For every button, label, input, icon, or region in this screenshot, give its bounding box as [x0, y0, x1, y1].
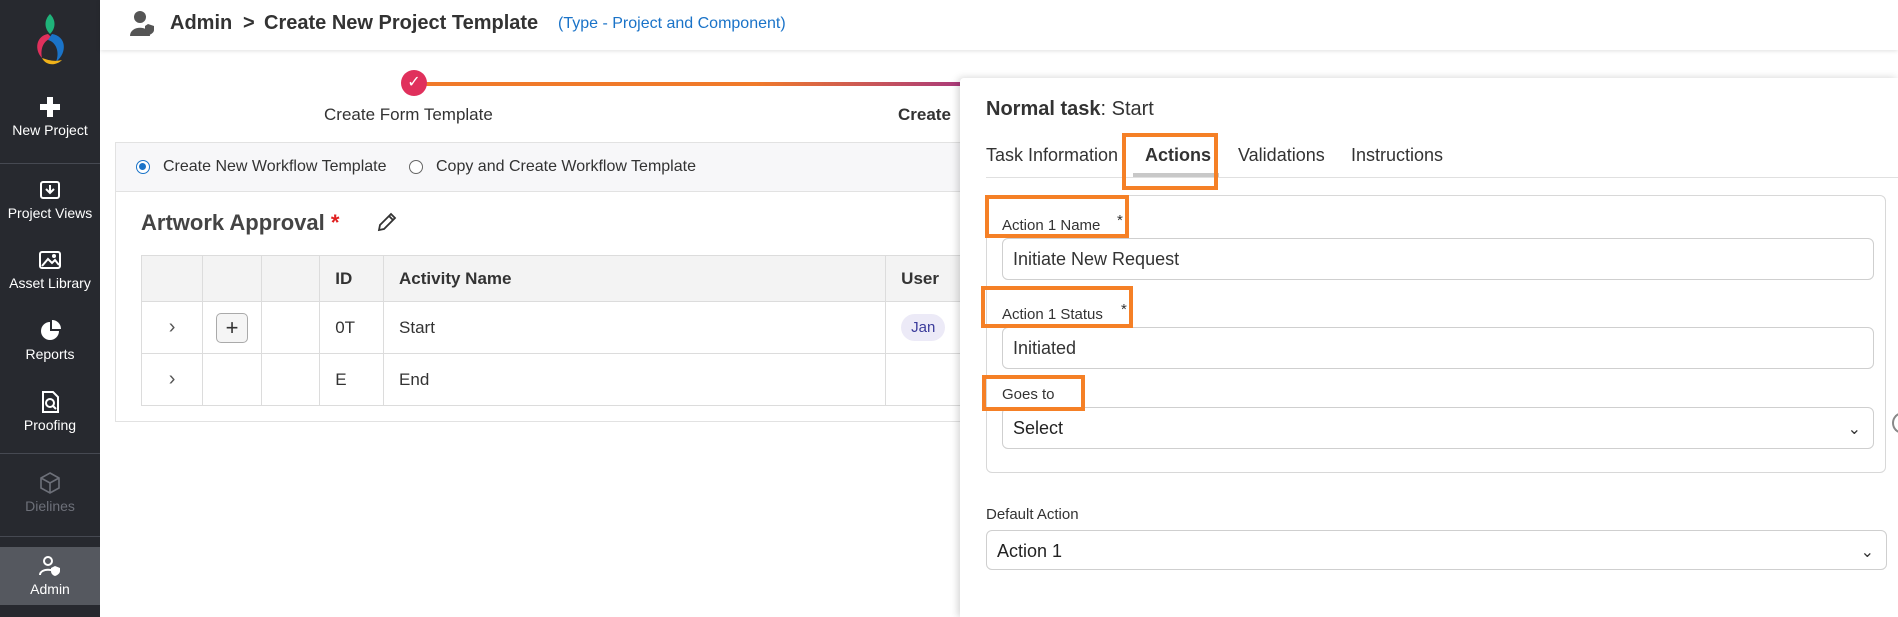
- sidebar-item-project-views[interactable]: Project Views: [0, 179, 100, 221]
- sidebar-divider: [0, 163, 100, 164]
- project-views-icon: [40, 181, 60, 199]
- chevron-right-icon[interactable]: ›: [169, 368, 176, 390]
- panel-title-task: : Start: [1100, 98, 1154, 120]
- sidebar-item-label: Dielines: [25, 498, 75, 514]
- default-action-select[interactable]: Action 1 ⌄: [986, 530, 1887, 570]
- table-row[interactable]: › + 0T Start Jan: [140, 301, 999, 354]
- admin-user-icon: [39, 556, 60, 576]
- box-icon: [40, 472, 60, 494]
- step-label-workflow[interactable]: Create: [898, 105, 951, 125]
- workflow-title: Artwork Approval *: [141, 210, 339, 236]
- sidebar-item-asset-library[interactable]: Asset Library: [0, 249, 100, 291]
- chevron-right-icon[interactable]: ›: [169, 316, 176, 338]
- user-icon: [130, 11, 154, 36]
- sidebar-item-label: Admin: [30, 581, 70, 597]
- tab-task-information[interactable]: Task Information: [986, 145, 1118, 166]
- pencil-edit-icon[interactable]: [376, 211, 398, 233]
- col-blank: [260, 255, 321, 302]
- col-header-activity-name[interactable]: Activity Name: [383, 255, 887, 302]
- add-action-circle-icon[interactable]: [1892, 412, 1898, 434]
- tab-validations[interactable]: Validations: [1238, 145, 1325, 166]
- sidebar-item-label: Asset Library: [9, 275, 91, 291]
- blank-cell: [260, 353, 321, 406]
- blank-cell: [202, 353, 262, 406]
- radio-copy-create[interactable]: [409, 160, 423, 174]
- sidebar-item-label: Reports: [25, 346, 75, 362]
- breadcrumb-separator: >: [243, 12, 255, 34]
- step-label-form-template[interactable]: Create Form Template: [324, 105, 493, 125]
- plus-icon: [40, 97, 60, 117]
- cell-id: E: [319, 353, 385, 406]
- task-detail-panel: Normal task: Start Task Information Acti…: [960, 78, 1898, 617]
- sidebar-item-dielines[interactable]: Dielines: [0, 472, 100, 514]
- workflow-title-text: Artwork Approval: [141, 210, 325, 235]
- col-add: [202, 255, 262, 302]
- sidebar-item-proofing[interactable]: Proofing: [0, 391, 100, 433]
- pie-chart-icon: [41, 320, 61, 340]
- stepper-progress-line: [425, 82, 755, 86]
- breadcrumb-admin[interactable]: Admin: [170, 12, 232, 35]
- highlight-box-actions-tab: [1122, 133, 1218, 190]
- panel-title: Normal task: Start: [986, 98, 1154, 121]
- default-action-label: Default Action: [986, 506, 1079, 523]
- radio-copy-create-label[interactable]: Copy and Create Workflow Template: [436, 158, 696, 176]
- sidebar-item-reports[interactable]: Reports: [0, 320, 100, 362]
- blank-cell: [260, 301, 321, 354]
- activity-table: ID Activity Name User › + 0T Start Jan ›…: [140, 255, 999, 406]
- cell-id: 0T: [319, 301, 385, 354]
- app-logo[interactable]: [26, 10, 74, 70]
- sidebar-divider: [0, 453, 100, 454]
- sidebar-item-admin[interactable]: Admin: [0, 547, 100, 605]
- required-marker: *: [330, 210, 340, 235]
- top-header: Admin > Create New Project Template (Typ…: [100, 0, 1898, 50]
- proofing-icon: [42, 391, 59, 413]
- goes-to-selected-value: Select: [1013, 418, 1064, 438]
- user-chip[interactable]: Jan: [901, 314, 946, 341]
- sidebar-item-new-project[interactable]: New Project: [0, 96, 100, 138]
- chevron-down-icon: ⌄: [1860, 544, 1874, 561]
- default-action-selected-value: Action 1: [997, 541, 1063, 561]
- chevron-down-icon: ⌄: [1847, 421, 1861, 438]
- radio-create-new-label[interactable]: Create New Workflow Template: [163, 158, 387, 176]
- sidebar-item-label: Project Views: [7, 205, 93, 221]
- goes-to-select[interactable]: Select ⌄: [1002, 407, 1874, 449]
- table-row[interactable]: › E End: [140, 353, 999, 406]
- sidebar: New Project Project Views Asset Library …: [0, 0, 100, 617]
- highlight-box-action-status: [981, 286, 1133, 328]
- panel-title-type: Normal task: [986, 98, 1101, 120]
- template-type-note: (Type - Project and Component): [558, 15, 786, 32]
- page-title: Create New Project Template: [264, 12, 539, 34]
- template-mode-bar: Create New Workflow Template Copy and Cr…: [116, 143, 999, 192]
- workflow-card: Create New Workflow Template Copy and Cr…: [115, 142, 1000, 422]
- sidebar-item-label: Proofing: [23, 417, 77, 433]
- sidebar-divider: [0, 536, 100, 537]
- cell-activity-name: Start: [383, 301, 887, 354]
- action-1-name-input[interactable]: Initiate New Request: [1002, 238, 1874, 280]
- image-icon: [39, 251, 61, 269]
- col-expand: [140, 255, 204, 302]
- highlight-box-action-name: [985, 195, 1129, 238]
- step-complete-check-icon: ✓: [401, 70, 427, 96]
- radio-create-new[interactable]: [136, 160, 150, 174]
- highlight-box-goes-to: [982, 375, 1085, 411]
- cell-activity-name: End: [383, 353, 887, 406]
- table-header-row: ID Activity Name User: [140, 255, 999, 302]
- sidebar-item-label: New Project: [12, 122, 88, 138]
- col-header-id[interactable]: ID: [319, 255, 385, 302]
- tab-instructions[interactable]: Instructions: [1351, 145, 1443, 166]
- add-activity-button[interactable]: +: [216, 312, 249, 343]
- action-1-status-input[interactable]: Initiated: [1002, 327, 1874, 369]
